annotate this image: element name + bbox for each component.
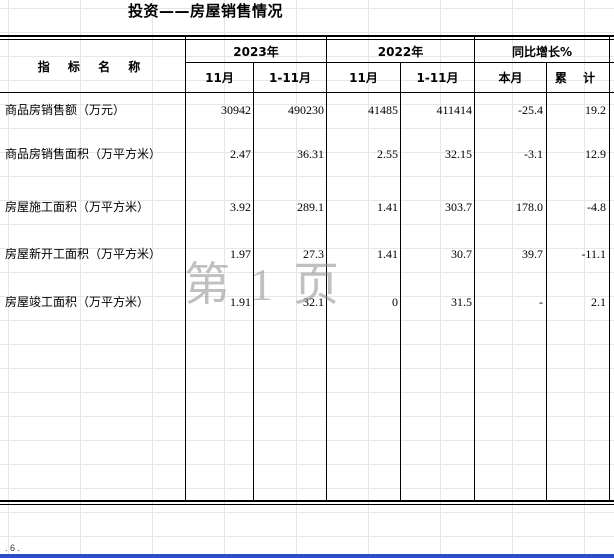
cell-2023-nov: 3.92 [230,200,251,214]
cell-yoy-cumulative: -11.1 [581,247,606,261]
cell-2022-jan-nov: 411414 [436,103,472,117]
sub-header-2022-nov: 11月 [349,71,378,85]
watermark-page-number: 1 [250,259,275,310]
row-label: 房屋竣工面积（万平方米） [5,295,150,309]
column-divider [546,62,547,502]
yoy-growth-header: 同比增长% [511,44,573,59]
page-number-watermark: 第1页 [184,248,341,314]
row-label: 房屋施工面积（万平方米） [5,200,150,214]
page-title: 投资——房屋销售情况 [128,2,284,20]
watermark-prefix: 第 [184,257,232,311]
cell-2022-jan-nov: 30.7 [451,247,472,261]
table-row: 商品房销售面积（万平方米） 2.47 36.31 2.55 32.15 -3.1… [0,145,614,163]
cell-yoy-month: - [539,295,543,309]
cell-2022-nov: 1.41 [377,200,398,214]
cell-2022-nov: 0 [392,295,398,309]
cell-2023-jan-nov: 36.31 [297,147,324,161]
table-row: 房屋施工面积（万平方米） 3.92 289.1 1.41 303.7 178.0… [0,198,614,216]
cell-2023-nov: 2.47 [230,147,251,161]
cell-2023-jan-nov: 490230 [288,103,324,117]
table-bottom-border-inner [0,504,614,505]
sub-header-cumulative: 累 计 [554,71,602,85]
column-divider [400,62,401,502]
table-top-border [0,35,614,37]
cell-yoy-month: 178.0 [516,200,543,214]
year-2022-header: 2022年 [377,44,424,59]
indicator-name-header: 指 标 名 称 [37,59,148,74]
cell-yoy-cumulative: 19.2 [585,103,606,117]
header-bottom-border [0,92,614,93]
cell-2022-nov: 41485 [368,103,398,117]
sub-header-this-month: 本月 [498,71,523,85]
row-label: 商品房销售额（万元） [5,103,126,117]
cell-yoy-month: 39.7 [522,247,543,261]
cell-2022-jan-nov: 32.15 [445,147,472,161]
row-label: 商品房销售面积（万平方米） [5,147,162,161]
cell-2022-nov: 1.41 [377,247,398,261]
cell-yoy-cumulative: 2.1 [591,295,606,309]
cell-2023-jan-nov: 289.1 [297,200,324,214]
cell-2022-nov: 2.55 [377,147,398,161]
footer-page-marker: . 6 . [5,543,21,553]
table-row: 商品房销售额（万元） 30942 490230 41485 411414 -25… [0,101,614,119]
sub-header-2023-nov: 11月 [205,71,234,85]
cell-2023-nov: 30942 [221,103,251,117]
bottom-blue-bar [0,554,614,558]
sub-header-2022-jan-nov: 1-11月 [416,71,459,85]
sub-header-2023-jan-nov: 1-11月 [268,71,312,85]
table-bottom-border [0,500,614,502]
cell-2022-jan-nov: 31.5 [451,295,472,309]
cell-yoy-cumulative: 12.9 [585,147,606,161]
row-label: 房屋新开工面积（万平方米） [5,247,162,261]
cell-yoy-month: -3.1 [524,147,543,161]
cell-2022-jan-nov: 303.7 [445,200,472,214]
cell-yoy-month: -25.4 [518,103,543,117]
watermark-suffix: 页 [293,257,341,311]
year-2023-header: 2023年 [233,44,279,59]
cell-yoy-cumulative: -4.8 [587,200,606,214]
